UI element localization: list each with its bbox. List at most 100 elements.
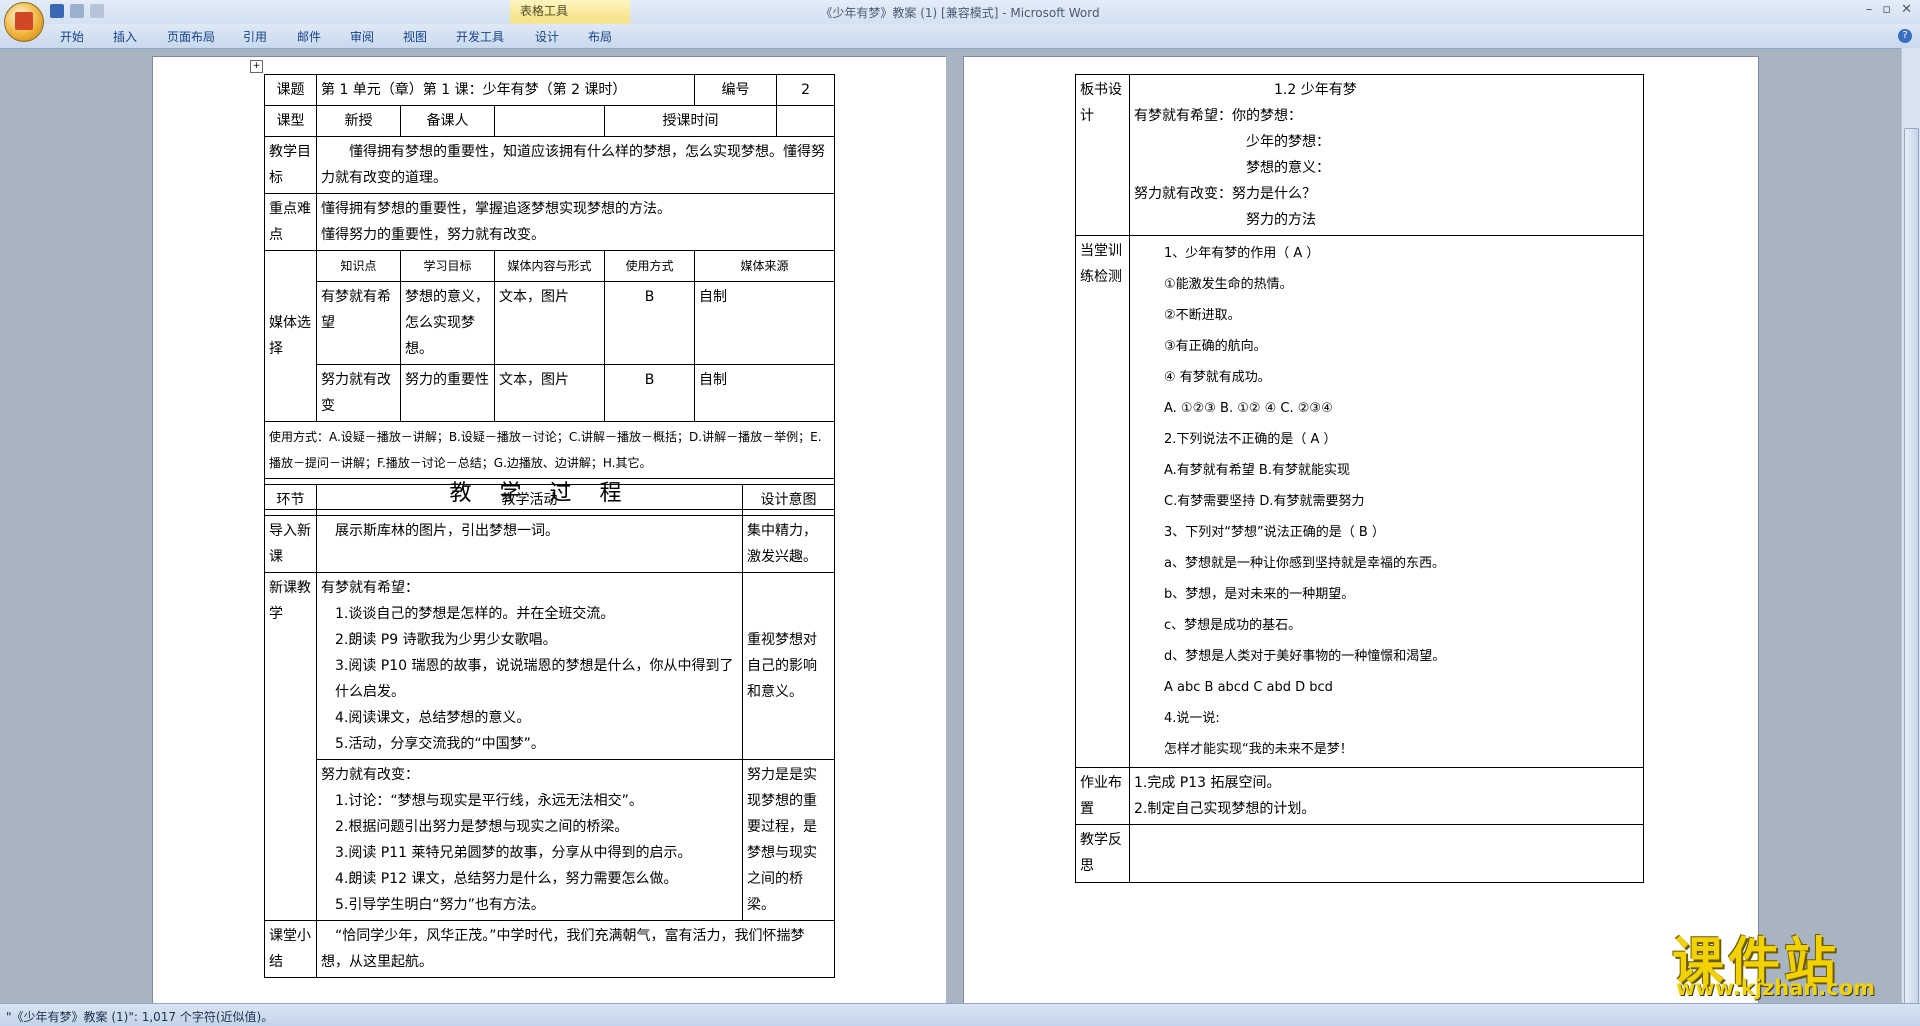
part2-title: 努力就有改变： xyxy=(321,767,419,783)
proc-header: 设计意图 xyxy=(742,484,835,516)
intro-cell[interactable]: 展示斯库林的图片，引出梦想一词。 xyxy=(316,515,743,573)
part1-item: 3.阅读 P10 瑞恩的故事，说说瑞恩的梦想是什么，你从中得到了什么启发。 xyxy=(335,658,734,700)
time-cell[interactable] xyxy=(776,105,836,137)
scrollbar-thumb[interactable] xyxy=(1904,128,1919,1010)
practice-line: d、梦想是人类对于美好事物的一种憧憬和渴望。 xyxy=(1164,649,1446,664)
part2-item: 3.阅读 P11 莱特兄弟圆梦的故事，分享从中得到的启示。 xyxy=(335,845,692,861)
practice-line: 4.说一说: xyxy=(1164,711,1220,726)
proc-header: 教学活动 xyxy=(316,484,743,516)
practice-cell[interactable]: 1、少年有梦的作用（ A ） ①能激发生命的热情。 ②不断进取。 ③有正确的航向… xyxy=(1129,235,1644,768)
summary-label: 课堂小结 xyxy=(264,920,317,978)
type-cell[interactable]: 新授 xyxy=(316,105,401,137)
lesson-plan-table[interactable]: 课题 第 1 单元（章）第 1 课：少年有梦（第 2 课时） 编号 2 课型 新… xyxy=(263,74,836,510)
practice-line: 1、少年有梦的作用（ A ） xyxy=(1164,246,1320,261)
media-cell[interactable]: 有梦就有希望 xyxy=(316,281,401,365)
tab-developer[interactable]: 开发工具 xyxy=(456,28,504,45)
preparer-cell[interactable] xyxy=(494,105,605,137)
part2-intent[interactable]: 努力是是实现梦想的重要过程，是梦想与现实之间的桥梁。 xyxy=(742,759,835,921)
practice-line: C.有梦需要坚持 D.有梦就需要努力 xyxy=(1164,494,1365,509)
usage-cell[interactable]: 使用方式：A.设疑－播放－讲解；B.设疑－播放－讨论；C.讲解－播放－概括；D.… xyxy=(263,421,836,479)
practice-line: b、梦想，是对未来的一种期望。 xyxy=(1164,587,1355,602)
media-cell[interactable]: 自制 xyxy=(694,364,836,422)
media-header: 媒体内容与形式 xyxy=(494,250,605,282)
media-cell[interactable]: B xyxy=(603,364,696,422)
practice-line: ①能激发生命的热情。 xyxy=(1164,277,1293,292)
practice-line: ③有正确的航向。 xyxy=(1164,339,1267,354)
media-cell[interactable]: 努力的重要性 xyxy=(400,364,495,422)
tab-view[interactable]: 视图 xyxy=(403,28,427,45)
page-gap xyxy=(946,56,963,1004)
media-cell[interactable]: 梦想的意义，怎么实现梦想。 xyxy=(400,281,495,365)
homework-cell[interactable]: 1.完成 P13 拓展空间。 2.制定自己实现梦想的计划。 xyxy=(1129,767,1644,825)
process-table[interactable]: 环节 教学活动 设计意图 导入新课 展示斯库林的图片，引出梦想一词。 集中精力，… xyxy=(264,484,835,978)
num-label: 编号 xyxy=(694,74,778,106)
board-title: 1.2 少年有梦 xyxy=(1274,82,1357,98)
board-line: 努力就有改变：努力是什么？ xyxy=(1134,186,1316,202)
office-button[interactable] xyxy=(4,2,44,42)
num-cell[interactable]: 2 xyxy=(776,74,836,106)
board-line: 梦想的意义： xyxy=(1246,160,1330,176)
media-cell[interactable]: 文本，图片 xyxy=(494,364,605,422)
minimize-button[interactable]: – xyxy=(1866,2,1873,17)
media-header: 使用方式 xyxy=(603,250,696,282)
part2-cell[interactable]: 努力就有改变： 1.讨论：“梦想与现实是平行线，永远无法相交”。 2.根据问题引… xyxy=(316,759,743,921)
tab-home[interactable]: 开始 xyxy=(60,28,84,45)
part1-item: 1.谈谈自己的梦想是怎样的。并在全班交流。 xyxy=(335,606,615,622)
part2-item: 4.朗读 P12 课文，总结努力是什么，努力需要怎么做。 xyxy=(335,871,678,887)
time-label: 授课时间 xyxy=(603,105,778,137)
intro-intent[interactable]: 集中精力，激发兴趣。 xyxy=(742,515,835,573)
tab-layout[interactable]: 布局 xyxy=(588,28,612,45)
tab-design[interactable]: 设计 xyxy=(535,28,559,45)
homework-label: 作业布置 xyxy=(1075,767,1130,825)
table-move-handle-icon[interactable]: + xyxy=(250,60,263,73)
media-cell[interactable]: 自制 xyxy=(694,281,836,365)
part2-item: 5.引导学生明白“努力”也有方法。 xyxy=(335,897,545,913)
media-cell[interactable]: 努力就有改变 xyxy=(316,364,401,422)
board-cell[interactable]: 1.2 少年有梦 有梦就有希望：你的梦想： 少年的梦想： 梦想的意义： 努力就有… xyxy=(1129,74,1644,236)
help-icon[interactable]: ? xyxy=(1898,29,1912,43)
topic-cell[interactable]: 第 1 单元（章）第 1 课：少年有梦（第 2 课时） xyxy=(315,74,696,106)
media-cell[interactable]: 文本，图片 xyxy=(494,281,605,365)
window-controls: – ▫ ✕ xyxy=(1866,2,1912,17)
new-lesson-label: 新课教学 xyxy=(264,572,317,921)
practice-line: ②不断进取。 xyxy=(1164,308,1241,323)
reflection-label: 教学反思 xyxy=(1075,824,1130,883)
reflection-cell[interactable] xyxy=(1129,824,1644,883)
summary-cell[interactable]: “恰同学少年，风华正茂。”中学时代，我们充满朝气，富有活力，我们怀揣梦想，从这里… xyxy=(316,920,835,978)
watermark-url: www.kjzhan.com xyxy=(1676,976,1876,1000)
tab-page-layout[interactable]: 页面布局 xyxy=(167,28,215,45)
media-cell[interactable]: B xyxy=(603,281,696,365)
tab-insert[interactable]: 插入 xyxy=(113,28,137,45)
practice-line: A.有梦就有希望 B.有梦就能实现 xyxy=(1164,463,1350,478)
maximize-button[interactable]: ▫ xyxy=(1882,2,1891,17)
goal-cell[interactable]: 懂得拥有梦想的重要性，知道应该拥有什么样的梦想，怎么实现梦想。懂得努力就有改变的… xyxy=(315,136,836,194)
tab-references[interactable]: 引用 xyxy=(243,28,267,45)
window-title: 《少年有梦》教案 (1) [兼容模式] - Microsoft Word xyxy=(820,6,1100,20)
type-label: 课型 xyxy=(264,105,317,137)
part1-item: 2.朗读 P9 诗歌我为少男少女歌唱。 xyxy=(335,632,557,648)
part2-item: 2.根据问题引出努力是梦想与现实之间的桥梁。 xyxy=(335,819,629,835)
close-button[interactable]: ✕ xyxy=(1901,2,1912,17)
vertical-scrollbar[interactable] xyxy=(1901,48,1920,1010)
practice-line: 3、下列对“梦想”说法正确的是（ B ） xyxy=(1164,525,1385,540)
key-line-1: 懂得拥有梦想的重要性，掌握追逐梦想实现梦想的方法。 xyxy=(321,201,671,217)
board-label: 板书设计 xyxy=(1075,74,1130,236)
intro-label: 导入新课 xyxy=(264,515,317,573)
status-bar: "《少年有梦》教案 (1)": 1,017 个字符(近似值)。 xyxy=(0,1003,1920,1026)
part1-cell[interactable]: 有梦就有希望： 1.谈谈自己的梦想是怎样的。并在全班交流。 2.朗读 P9 诗歌… xyxy=(316,572,743,760)
tab-review[interactable]: 审阅 xyxy=(350,28,374,45)
board-line: 少年的梦想： xyxy=(1246,134,1330,150)
practice-line: A. ①②③ B. ①② ④ C. ②③④ xyxy=(1164,401,1333,416)
goal-label: 教学目标 xyxy=(264,136,317,194)
practice-line: ④ 有梦就有成功。 xyxy=(1164,370,1271,385)
key-cell[interactable]: 懂得拥有梦想的重要性，掌握追逐梦想实现梦想的方法。 懂得努力的重要性，努力就有改… xyxy=(315,193,836,251)
part1-intent[interactable]: 重视梦想对自己的影响和意义。 xyxy=(742,572,835,760)
status-text: "《少年有梦》教案 (1)": 1,017 个字符(近似值)。 xyxy=(6,1010,274,1024)
practice-line: 怎样才能实现“我的未来不是梦！ xyxy=(1164,742,1353,757)
tab-mailings[interactable]: 邮件 xyxy=(297,28,321,45)
page2-table[interactable]: 板书设计 1.2 少年有梦 有梦就有希望：你的梦想： 少年的梦想： 梦想的意义：… xyxy=(1075,74,1644,883)
media-header: 知识点 xyxy=(316,250,401,282)
office-logo-icon xyxy=(15,12,33,30)
media-header: 学习目标 xyxy=(400,250,495,282)
practice-line: 2.下列说法不正确的是（ A ） xyxy=(1164,432,1337,447)
